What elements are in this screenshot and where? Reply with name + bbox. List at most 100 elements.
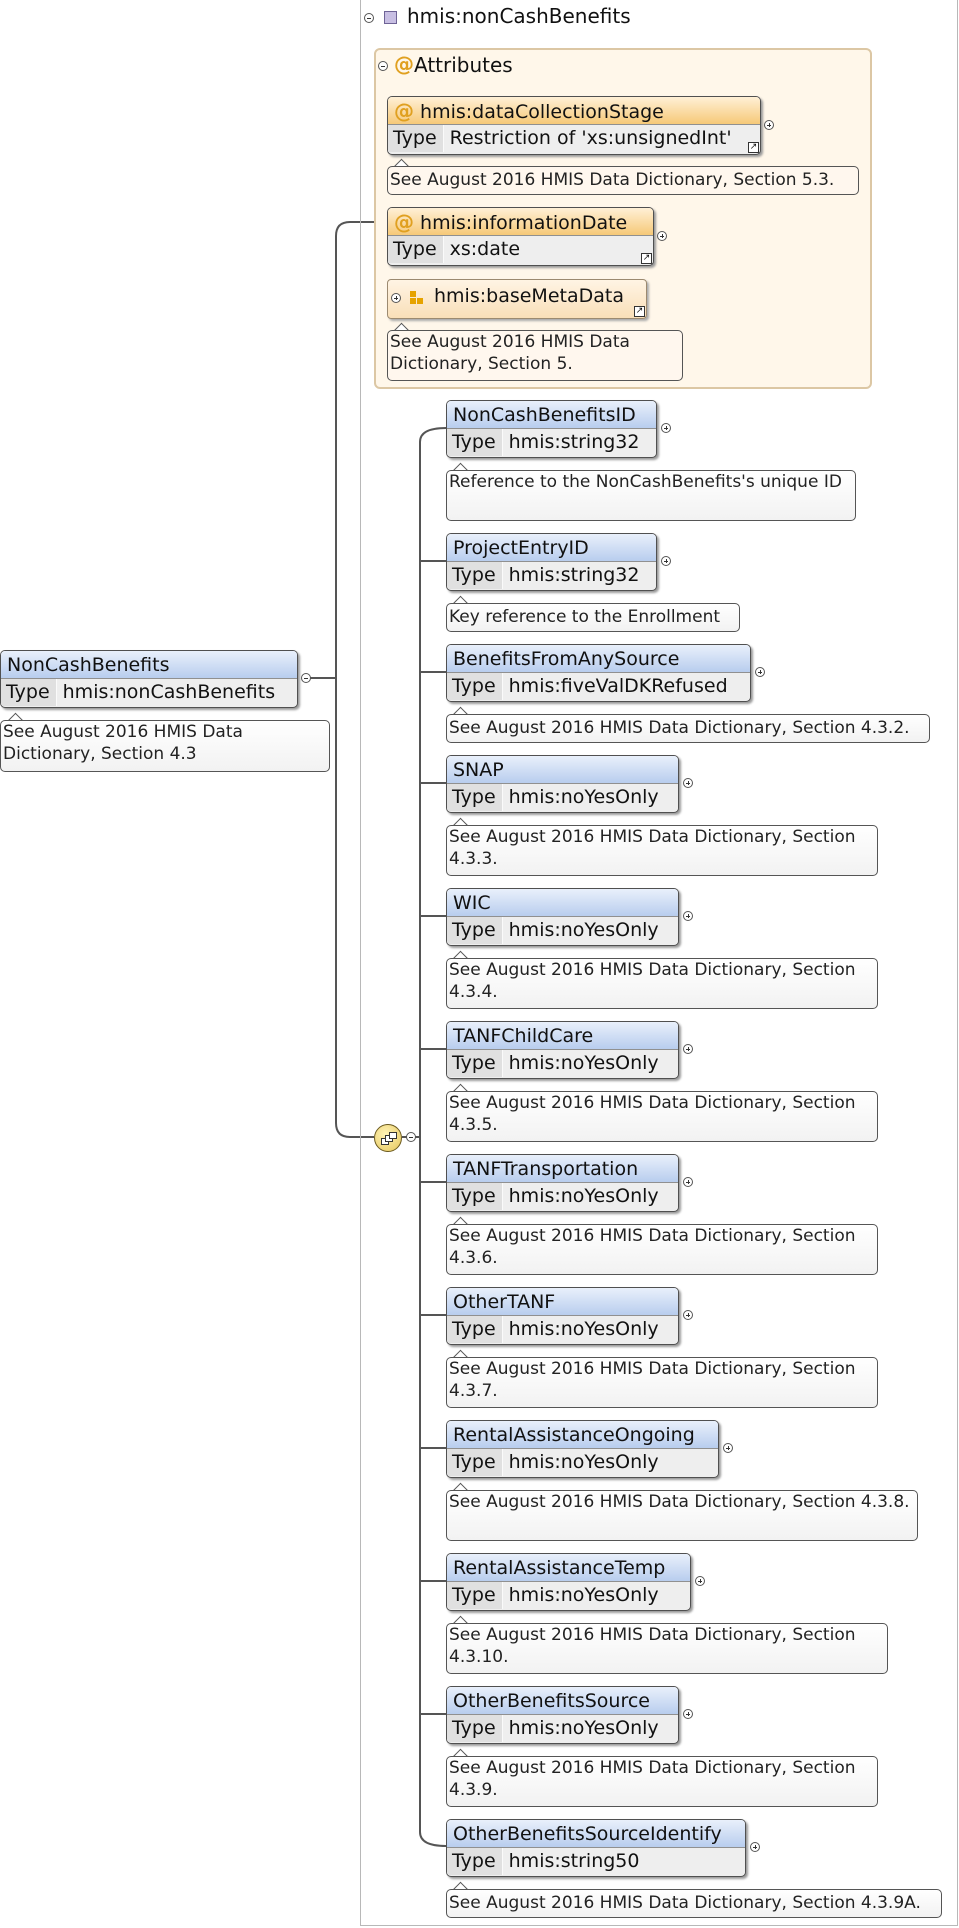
element-OtherBenefitsSource[interactable]: OtherBenefitsSource Type hmis:noYesOnly	[446, 1686, 679, 1744]
type-label: Type	[447, 1848, 503, 1875]
link-arrow-icon[interactable]: ↗	[641, 253, 652, 264]
element-name: OtherBenefitsSource	[447, 1687, 678, 1715]
type-value: hmis:noYesOnly	[508, 919, 659, 941]
collapse-toggle-icon[interactable]	[406, 1132, 416, 1142]
collapse-toggle-icon[interactable]	[301, 673, 311, 683]
element-TANFChildCare[interactable]: TANFChildCare Type hmis:noYesOnly	[446, 1021, 679, 1079]
element-name: RentalAssistanceOngoing	[447, 1421, 718, 1449]
element-RentalAssistanceOngoing[interactable]: RentalAssistanceOngoing Type hmis:noYesOn…	[446, 1420, 719, 1478]
type-label: Type	[447, 1715, 503, 1742]
element-BenefitsFromAnySource[interactable]: BenefitsFromAnySource Type hmis:fiveValDK…	[446, 644, 751, 702]
expand-toggle-icon[interactable]	[764, 120, 774, 130]
type-label: Type	[447, 1449, 503, 1476]
expand-toggle-icon[interactable]	[657, 231, 667, 241]
attribute-informationDate[interactable]: @ hmis:informationDate Type xs:date ↗	[387, 207, 654, 266]
attributes-heading: Attributes	[414, 53, 513, 77]
expand-toggle-icon[interactable]	[695, 1576, 705, 1586]
expand-toggle-icon[interactable]	[683, 1310, 693, 1320]
complex-type-title: hmis:nonCashBenefits	[407, 4, 631, 28]
doc-annotation: See August 2016 HMIS Data Dictionary, Se…	[0, 720, 330, 772]
element-name: ProjectEntryID	[447, 534, 656, 562]
element-NonCashBenefits[interactable]: NonCashBenefits Type hmis:nonCashBenefits	[0, 650, 298, 708]
type-label: Type	[388, 125, 444, 152]
type-value: hmis:string50	[508, 1850, 640, 1872]
attribute-group-icon: @	[394, 52, 414, 76]
element-name: NonCashBenefitsID	[447, 401, 656, 429]
attribute-name: hmis:informationDate	[420, 212, 628, 234]
type-value: xs:date	[449, 238, 521, 260]
group-icon	[410, 291, 424, 305]
element-OtherTANF[interactable]: OtherTANF Type hmis:noYesOnly	[446, 1287, 679, 1345]
doc-annotation: See August 2016 HMIS Data Dictionary, Se…	[446, 1091, 878, 1142]
doc-annotation: See August 2016 HMIS Data Dictionary, Se…	[387, 166, 859, 195]
type-label: Type	[388, 236, 444, 263]
link-arrow-icon[interactable]: ↗	[748, 142, 759, 153]
element-name: RentalAssistanceTemp	[447, 1554, 690, 1582]
type-label: Type	[447, 917, 503, 944]
doc-annotation: See August 2016 HMIS Data Dictionary, Se…	[446, 958, 878, 1009]
attribute-icon: @	[394, 99, 414, 123]
type-label: Type	[447, 673, 503, 700]
doc-annotation: See August 2016 HMIS Data Dictionary, Se…	[446, 1224, 878, 1275]
doc-annotation: See August 2016 HMIS Data Dictionary, Se…	[446, 825, 878, 876]
doc-annotation: Reference to the NonCashBenefits's uniqu…	[446, 470, 856, 521]
element-name: WIC	[447, 889, 678, 917]
element-name: SNAP	[447, 756, 678, 784]
element-ProjectEntryID[interactable]: ProjectEntryID Type hmis:string32	[446, 533, 657, 591]
type-label: Type	[447, 429, 503, 456]
doc-annotation: See August 2016 HMIS Data Dictionary, Se…	[446, 1490, 918, 1541]
type-label: Type	[1, 679, 57, 706]
doc-annotation: Key reference to the Enrollment	[446, 603, 740, 632]
link-arrow-icon[interactable]: ↗	[634, 306, 645, 317]
attribute-icon: @	[394, 210, 414, 234]
doc-annotation: See August 2016 HMIS Data Dictionary, Se…	[446, 1357, 878, 1408]
element-SNAP[interactable]: SNAP Type hmis:noYesOnly	[446, 755, 679, 813]
doc-annotation: See August 2016 HMIS Data Dictionary, Se…	[446, 1623, 888, 1674]
attribute-dataCollectionStage[interactable]: @ hmis:dataCollectionStage Type Restricti…	[387, 96, 761, 155]
element-WIC[interactable]: WIC Type hmis:noYesOnly	[446, 888, 679, 946]
expand-toggle-icon[interactable]	[391, 293, 401, 303]
type-label: Type	[447, 1183, 503, 1210]
type-value: hmis:nonCashBenefits	[62, 681, 276, 703]
doc-annotation: See August 2016 HMIS Data Dictionary, Se…	[446, 1756, 878, 1807]
element-NonCashBenefitsID[interactable]: NonCashBenefitsID Type hmis:string32	[446, 400, 657, 458]
element-name: NonCashBenefits	[1, 651, 297, 679]
element-name: BenefitsFromAnySource	[447, 645, 750, 673]
element-TANFTransportation[interactable]: TANFTransportation Type hmis:noYesOnly	[446, 1154, 679, 1212]
attribute-group-name: hmis:baseMetaData	[434, 285, 624, 307]
doc-annotation: See August 2016 HMIS Data Dictionary, Se…	[446, 714, 930, 743]
doc-annotation: See August 2016 HMIS Data Dictionary, Se…	[446, 1889, 942, 1918]
expand-toggle-icon[interactable]	[661, 556, 671, 566]
type-value: hmis:noYesOnly	[508, 1451, 659, 1473]
collapse-toggle-icon[interactable]	[364, 13, 374, 23]
expand-toggle-icon[interactable]	[683, 778, 693, 788]
doc-annotation: See August 2016 HMIS Data Dictionary, Se…	[387, 330, 683, 381]
type-value: hmis:noYesOnly	[508, 1717, 659, 1739]
expand-toggle-icon[interactable]	[683, 1177, 693, 1187]
expand-toggle-icon[interactable]	[683, 1044, 693, 1054]
type-value: hmis:string32	[508, 564, 640, 586]
type-value: hmis:noYesOnly	[508, 1185, 659, 1207]
type-label: Type	[447, 784, 503, 811]
element-name: TANFTransportation	[447, 1155, 678, 1183]
type-label: Type	[447, 562, 503, 589]
expand-toggle-icon[interactable]	[750, 1842, 760, 1852]
element-name: OtherBenefitsSourceIdentify	[447, 1820, 745, 1848]
type-value: hmis:fiveValDKRefused	[508, 675, 728, 697]
expand-toggle-icon[interactable]	[723, 1443, 733, 1453]
element-OtherBenefitsSourceIdentify[interactable]: OtherBenefitsSourceIdentify Type hmis:str…	[446, 1819, 746, 1877]
expand-toggle-icon[interactable]	[661, 423, 671, 433]
element-name: TANFChildCare	[447, 1022, 678, 1050]
type-value: hmis:string32	[508, 431, 640, 453]
expand-toggle-icon[interactable]	[683, 911, 693, 921]
type-value: hmis:noYesOnly	[508, 1052, 659, 1074]
collapse-toggle-icon[interactable]	[378, 61, 388, 71]
type-label: Type	[447, 1316, 503, 1343]
expand-toggle-icon[interactable]	[683, 1709, 693, 1719]
type-value: hmis:noYesOnly	[508, 1318, 659, 1340]
sequence-icon	[381, 1131, 397, 1145]
element-name: OtherTANF	[447, 1288, 678, 1316]
expand-toggle-icon[interactable]	[755, 667, 765, 677]
element-RentalAssistanceTemp[interactable]: RentalAssistanceTemp Type hmis:noYesOnly	[446, 1553, 691, 1611]
type-value: hmis:noYesOnly	[508, 786, 659, 808]
